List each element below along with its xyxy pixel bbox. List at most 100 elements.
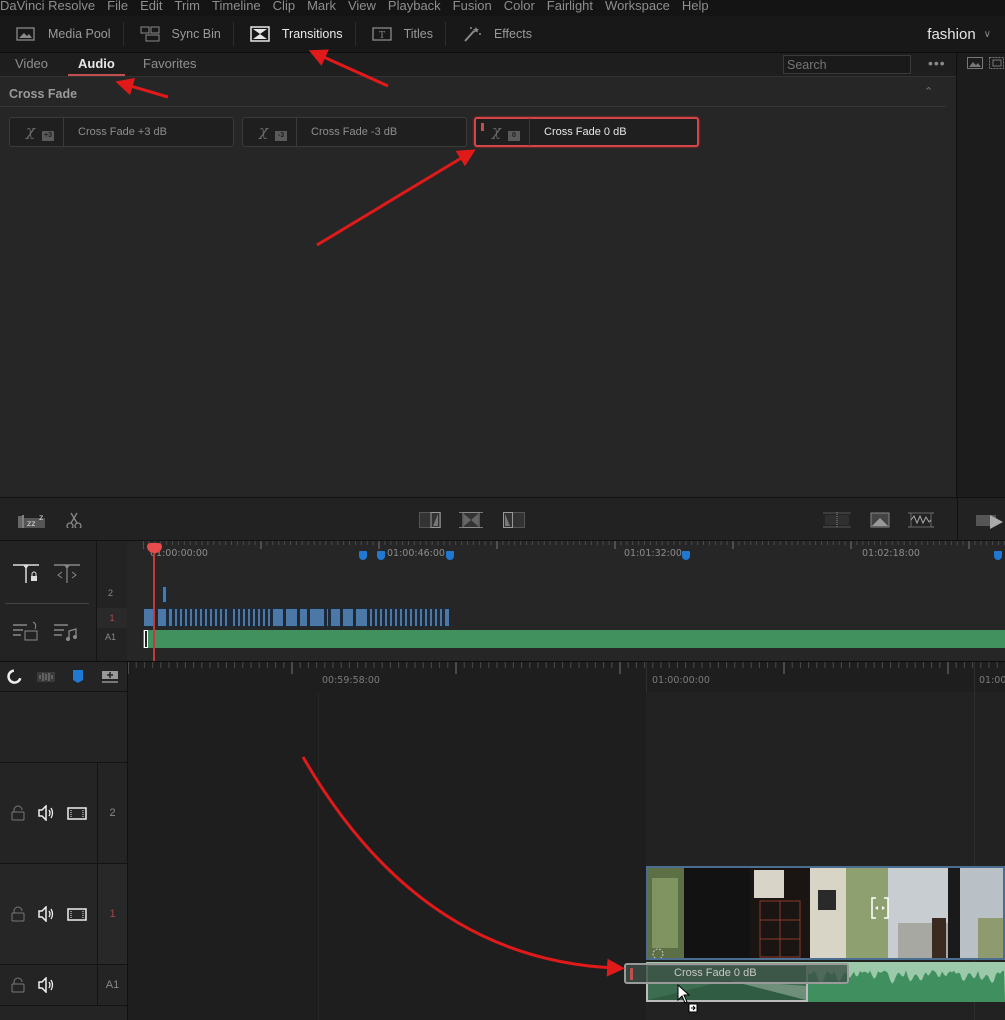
mini-clip[interactable] [189, 608, 193, 627]
mini-clip[interactable] [424, 608, 428, 627]
mini-clip[interactable] [267, 608, 271, 627]
menu-color[interactable]: Color [498, 0, 541, 13]
timeline-marker[interactable] [994, 551, 1002, 560]
transition-center-icon[interactable] [459, 512, 483, 528]
mini-clip[interactable] [394, 608, 398, 627]
viewer-toggle[interactable] [957, 498, 1005, 542]
mini-clip[interactable] [342, 608, 354, 627]
mini-clip[interactable] [199, 608, 203, 627]
video-only-icon[interactable] [869, 512, 891, 528]
mini-clip[interactable] [157, 608, 167, 627]
tab-favorites[interactable]: Favorites [143, 56, 196, 71]
speaker-icon[interactable] [37, 977, 55, 993]
mini-clip[interactable] [204, 608, 208, 627]
film-icon[interactable] [67, 906, 87, 922]
menu-mark[interactable]: Mark [301, 0, 342, 13]
mini-clip[interactable] [326, 608, 329, 627]
menu-edit[interactable]: Edit [134, 0, 168, 13]
mini-clip[interactable] [429, 608, 433, 627]
mini-clip[interactable] [414, 608, 418, 627]
lock-playhead-icon[interactable] [13, 563, 39, 585]
speaker-icon[interactable] [37, 906, 55, 922]
linked-audio-icon[interactable] [36, 669, 56, 685]
transition-tile[interactable]: χ -3 Cross Fade -3 dB [242, 117, 467, 147]
thumbnail-view-icon[interactable] [967, 57, 983, 69]
lock-icon[interactable] [10, 805, 26, 821]
smart-insert-icon[interactable]: zzz [17, 512, 47, 528]
mini-clip[interactable] [285, 608, 298, 627]
transition-start-icon[interactable] [503, 512, 525, 528]
mini-clip[interactable] [369, 608, 373, 627]
scroll-sync-icon[interactable] [54, 563, 80, 585]
mini-clip[interactable] [409, 608, 413, 627]
mini-clip[interactable] [168, 608, 173, 627]
mini-clip[interactable] [247, 608, 251, 627]
timeline-marker[interactable] [359, 551, 367, 560]
lock-icon[interactable] [10, 977, 26, 993]
mini-clip[interactable] [184, 608, 188, 627]
mini-clip[interactable] [389, 608, 393, 627]
mini-clip[interactable] [444, 608, 450, 627]
mini-clip[interactable] [194, 608, 198, 627]
menu-fusion[interactable]: Fusion [447, 0, 498, 13]
mini-clip[interactable] [299, 608, 308, 627]
menu-app[interactable]: DaVinci Resolve [0, 0, 101, 13]
mini-clip[interactable] [262, 608, 266, 627]
transition-tile-selected[interactable]: χ0 Cross Fade 0 dB [474, 117, 699, 147]
audio-waveform-icon[interactable] [908, 512, 934, 528]
list-view-icon[interactable] [989, 57, 1005, 69]
mini-clip[interactable] [209, 608, 213, 627]
menu-timeline[interactable]: Timeline [206, 0, 267, 13]
titles-button[interactable]: T Titles [356, 16, 445, 53]
menu-view[interactable]: View [342, 0, 382, 13]
mini-clip[interactable] [439, 608, 443, 627]
mini-clip[interactable] [232, 608, 236, 627]
mini-clip[interactable] [224, 608, 228, 627]
mini-clip[interactable] [252, 608, 256, 627]
split-view-icon[interactable] [823, 512, 851, 528]
mini-clip[interactable] [229, 608, 231, 627]
mini-clip[interactable] [219, 608, 223, 627]
menu-workspace[interactable]: Workspace [599, 0, 676, 13]
mini-clip[interactable] [214, 608, 218, 627]
mini-clip[interactable] [399, 608, 403, 627]
timeline-marker[interactable] [682, 551, 690, 560]
chevron-up-icon[interactable]: ⌃ [924, 85, 933, 98]
mini-timeline[interactable]: 2 1 A1 01:00:00:00 01:00:46:00 01:01:32:… [0, 541, 1005, 661]
transitions-button[interactable]: Transitions [234, 16, 355, 53]
mini-clip[interactable] [309, 608, 325, 627]
menu-help[interactable]: Help [676, 0, 715, 13]
audio-track-options-icon[interactable] [54, 621, 80, 643]
mini-clip-a1[interactable] [143, 630, 1005, 648]
playback-icon[interactable] [976, 512, 1004, 530]
timeline-marker[interactable] [446, 551, 454, 560]
search-input[interactable] [783, 55, 911, 74]
menu-trim[interactable]: Trim [169, 0, 207, 13]
section-header[interactable]: Cross Fade ⌃ [0, 77, 946, 107]
mini-clip[interactable] [384, 608, 388, 627]
mini-clip[interactable] [272, 608, 284, 627]
mini-clip[interactable] [355, 608, 368, 627]
menu-clip[interactable]: Clip [267, 0, 301, 13]
mini-clip-v2[interactable] [162, 586, 167, 603]
lock-icon[interactable] [10, 906, 26, 922]
video-clip[interactable] [646, 866, 1005, 960]
scissors-icon[interactable] [66, 512, 82, 528]
media-pool-button[interactable]: Media Pool [0, 16, 123, 53]
mini-clip[interactable] [404, 608, 408, 627]
mini-clip[interactable] [237, 608, 241, 627]
mini-clip[interactable] [330, 608, 341, 627]
snapping-icon[interactable] [6, 669, 22, 685]
speaker-icon[interactable] [37, 805, 55, 821]
flag-marker-icon[interactable] [72, 669, 84, 685]
mini-clip[interactable] [242, 608, 246, 627]
mini-ruler[interactable]: 01:00:00:00 01:00:46:00 01:01:32:00 01:0… [143, 541, 1005, 561]
mini-clip[interactable] [379, 608, 383, 627]
menu-fairlight[interactable]: Fairlight [541, 0, 599, 13]
more-options-icon[interactable]: ••• [928, 55, 946, 71]
timeline-ruler[interactable]: 00:59:58:00 01:00:00:00 01:00 [128, 662, 1005, 692]
transition-end-icon[interactable] [419, 512, 441, 528]
mini-clip[interactable] [419, 608, 423, 627]
menu-playback[interactable]: Playback [382, 0, 447, 13]
mini-clip[interactable] [174, 608, 178, 627]
